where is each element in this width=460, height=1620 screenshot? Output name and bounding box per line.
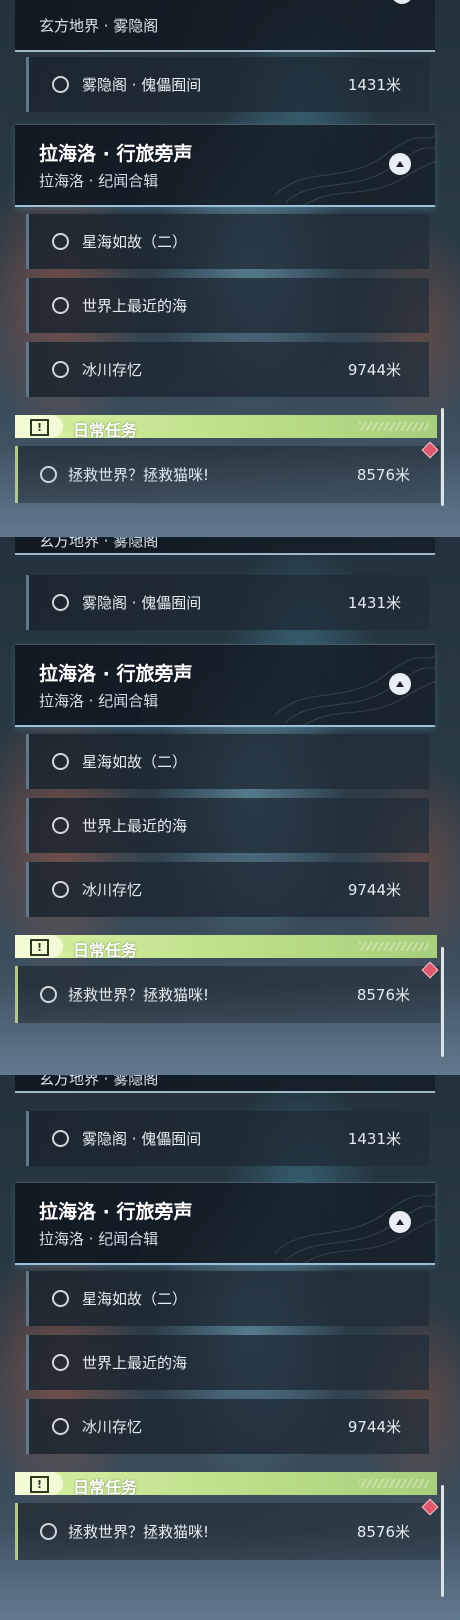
quest-distance: 1431米 [347, 76, 401, 94]
region-title: 拉海洛 · 行旅旁声 [39, 1201, 193, 1223]
region-subtitle: 拉海洛 · 纪闻合辑 [39, 692, 159, 710]
circle-outline-icon [52, 233, 69, 250]
quest-distance: 9744米 [347, 1418, 401, 1436]
region-subtitle: 拉海洛 · 纪闻合辑 [39, 1230, 159, 1248]
quest-row[interactable]: 冰川存忆 9744米 [26, 862, 429, 917]
diamond-marker-icon [421, 441, 439, 459]
quest-row[interactable]: 雾隐阁 · 傀儡囿间 1431米 [26, 575, 429, 630]
region-subtitle: 玄方地界 · 雾隐阁 [39, 537, 159, 550]
quest-label: 冰川存忆 [82, 1418, 143, 1436]
circle-outline-icon [40, 1523, 57, 1540]
stripe-decoration [359, 422, 429, 431]
daily-tasks-header[interactable]: ! 日常任务 [15, 935, 437, 960]
quest-row[interactable]: 世界上最近的海 [26, 798, 429, 853]
daily-tasks-header[interactable]: ! 日常任务 [15, 415, 437, 440]
quest-label: 世界上最近的海 [82, 297, 188, 315]
circle-outline-icon [52, 76, 69, 93]
region-title: 拉海洛 · 行旅旁声 [39, 143, 193, 165]
region-subtitle: 玄方地界 · 雾隐阁 [39, 17, 159, 35]
quest-distance: 8576米 [356, 986, 410, 1004]
quest-label: 雾隐阁 · 傀儡囿间 [82, 594, 202, 612]
daily-tasks-label: 日常任务 [73, 421, 138, 440]
quest-distance: 1431米 [347, 1130, 401, 1148]
quest-label: 世界上最近的海 [82, 1354, 188, 1372]
quest-label: 冰川存忆 [82, 361, 143, 379]
quest-distance: 1431米 [347, 594, 401, 612]
circle-outline-icon [52, 1290, 69, 1307]
quest-row[interactable]: 世界上最近的海 [26, 278, 429, 333]
quest-list-panel-3: 玄方地界 · 雾隐阁 雾隐阁 · 傀儡囿间 1431米 拉海洛 · 行旅旁声 拉… [0, 1075, 460, 1620]
daily-tasks-header[interactable]: ! 日常任务 [15, 1472, 437, 1497]
quest-label: 星海如故（二） [82, 1290, 188, 1308]
quest-row[interactable]: 星海如故（二） [26, 734, 429, 789]
scrollbar-thumb[interactable] [441, 408, 444, 506]
circle-outline-icon [52, 1418, 69, 1435]
daily-tasks-label: 日常任务 [73, 1478, 138, 1497]
circle-outline-icon [40, 466, 57, 483]
quest-row[interactable]: 冰川存忆 9744米 [26, 1399, 429, 1454]
quest-label: 世界上最近的海 [82, 817, 188, 835]
region-header-card[interactable]: 拉海洛 · 行旅旁声 拉海洛 · 纪闻合辑 [15, 1182, 435, 1265]
quest-row[interactable]: 星海如故（二） [26, 214, 429, 269]
quest-list-panel-2: 玄方地界 · 雾隐阁 雾隐阁 · 傀儡囿间 1431米 拉海洛 · 行旅旁声 拉… [0, 537, 460, 1075]
chevron-up-icon[interactable] [389, 153, 411, 175]
diamond-marker-icon [421, 1498, 439, 1516]
daily-quest-row[interactable]: 拯救世界？拯救猫咪! 8576米 [15, 441, 440, 503]
circle-outline-icon [52, 881, 69, 898]
chevron-up-icon[interactable] [389, 1211, 411, 1233]
quest-list-panel-1: 玄方地界 · 雾隐阁 雾隐阁 · 傀儡囿间 1431米 拉海洛 · 行旅旁声 拉… [0, 0, 460, 537]
quest-distance: 8576米 [356, 466, 410, 484]
circle-outline-icon [52, 1354, 69, 1371]
quest-label: 星海如故（二） [82, 753, 188, 771]
quest-label: 雾隐阁 · 傀儡囿间 [82, 1130, 202, 1148]
region-subtitle: 玄方地界 · 雾隐阁 [39, 1075, 159, 1088]
quest-label: 拯救世界？拯救猫咪! [68, 466, 210, 484]
daily-tasks-label: 日常任务 [73, 941, 138, 960]
exclamation-box-icon: ! [15, 415, 63, 438]
quest-label: 拯救世界？拯救猫咪! [68, 986, 210, 1004]
quest-row[interactable]: 冰川存忆 9744米 [26, 342, 429, 397]
quest-distance: 9744米 [347, 881, 401, 899]
region-card-top[interactable]: 玄方地界 · 雾隐阁 [15, 537, 435, 555]
quest-row[interactable]: 雾隐阁 · 傀儡囿间 1431米 [26, 57, 429, 112]
circle-outline-icon [52, 753, 69, 770]
region-card-top[interactable]: 玄方地界 · 雾隐阁 [15, 0, 435, 52]
chevron-up-icon[interactable] [389, 673, 411, 695]
stripe-decoration [359, 942, 429, 951]
diamond-marker-icon [421, 961, 439, 979]
circle-outline-icon [52, 594, 69, 611]
circle-outline-icon [52, 297, 69, 314]
region-card-top[interactable]: 玄方地界 · 雾隐阁 [15, 1075, 435, 1093]
region-header-card[interactable]: 拉海洛 · 行旅旁声 拉海洛 · 纪闻合辑 [15, 644, 435, 727]
quest-label: 冰川存忆 [82, 881, 143, 899]
quest-label: 雾隐阁 · 傀儡囿间 [82, 76, 202, 94]
quest-row[interactable]: 星海如故（二） [26, 1271, 429, 1326]
exclamation-box-icon: ! [15, 935, 63, 958]
quest-label: 星海如故（二） [82, 233, 188, 251]
quest-row[interactable]: 雾隐阁 · 傀儡囿间 1431米 [26, 1111, 429, 1166]
stripe-decoration [359, 1479, 429, 1488]
quest-row[interactable]: 世界上最近的海 [26, 1335, 429, 1390]
exclamation-box-icon: ! [15, 1472, 63, 1495]
circle-outline-icon [52, 817, 69, 834]
quest-distance: 9744米 [347, 361, 401, 379]
circle-outline-icon [52, 1130, 69, 1147]
scrollbar-thumb[interactable] [441, 1485, 444, 1597]
quest-distance: 8576米 [356, 1523, 410, 1541]
region-subtitle: 拉海洛 · 纪闻合辑 [39, 172, 159, 190]
daily-quest-row[interactable]: 拯救世界？拯救猫咪! 8576米 [15, 961, 440, 1023]
region-title: 拉海洛 · 行旅旁声 [39, 663, 193, 685]
region-header-card[interactable]: 拉海洛 · 行旅旁声 拉海洛 · 纪闻合辑 [15, 124, 435, 207]
chevron-up-icon[interactable] [391, 0, 413, 4]
daily-quest-row[interactable]: 拯救世界？拯救猫咪! 8576米 [15, 1498, 440, 1560]
quest-label: 拯救世界？拯救猫咪! [68, 1523, 210, 1541]
scrollbar-thumb[interactable] [441, 947, 444, 1057]
circle-outline-icon [40, 986, 57, 1003]
circle-outline-icon [52, 361, 69, 378]
